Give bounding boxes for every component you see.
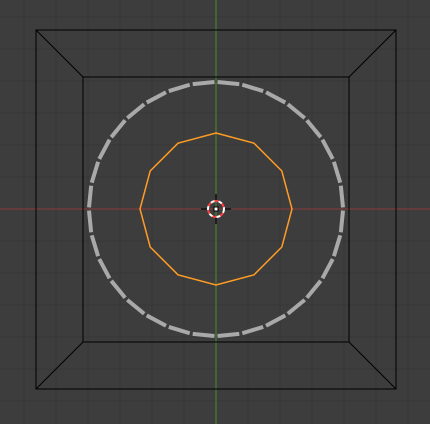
outer-circle-edge[interactable] — [338, 210, 345, 233]
outer-circle-edge[interactable] — [192, 80, 215, 87]
cursor-center-dot — [213, 206, 219, 212]
outer-circle-edge[interactable] — [87, 185, 94, 208]
outer-circle-edge[interactable] — [192, 331, 215, 338]
outer-circle-edge[interactable] — [217, 331, 240, 338]
outer-circle-edge[interactable] — [217, 80, 240, 87]
outer-circle-edge[interactable] — [87, 210, 94, 233]
outer-circle-edge[interactable] — [338, 185, 345, 208]
viewport-canvas[interactable] — [0, 0, 430, 424]
3d-viewport[interactable] — [0, 0, 430, 424]
